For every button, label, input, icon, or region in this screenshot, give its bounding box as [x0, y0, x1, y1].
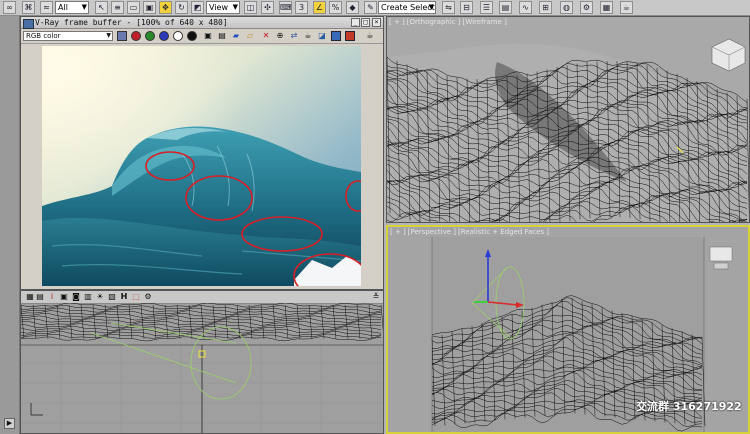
mirror-icon[interactable]: ⇋	[442, 1, 455, 14]
named-selection-set-dropdown[interactable]: Create Selection Se▼	[378, 1, 436, 14]
chevron-down-icon: ▼	[428, 3, 434, 11]
axis-tripod-icon	[30, 403, 43, 416]
chevron-down-icon: ▼	[232, 3, 238, 11]
top-view-wireframe	[21, 303, 383, 433]
clear-image-icon[interactable]: ✕	[261, 31, 271, 41]
vfb-toolbar: RGB color ▼ ▣ ▤ ▰ ▱ ✕ ⊕ ⇄ ☕ ◪ ☕	[21, 29, 383, 44]
watermark-text: 交流群 316271922	[636, 400, 742, 413]
material-editor-icon[interactable]: ◍	[560, 1, 573, 14]
percent-snap-icon[interactable]: %	[329, 1, 342, 14]
copy-image-icon[interactable]: ▰	[231, 31, 241, 41]
link-icon[interactable]: ∞	[3, 1, 16, 14]
chevron-down-icon: ▼	[106, 32, 111, 39]
red-channel-button[interactable]	[131, 31, 141, 41]
reference-coord-value: View	[209, 3, 228, 12]
chevron-down-icon: ▼	[81, 3, 87, 11]
rendered-frame-window-icon[interactable]: ▦	[600, 1, 613, 14]
layers-icon[interactable]: ▤	[35, 292, 45, 302]
load-image-icon[interactable]: ▤	[217, 31, 227, 41]
bind-spacewarp-icon[interactable]: ≈	[40, 1, 53, 14]
render-channel-value: RGB color	[26, 32, 61, 40]
schematic-view-icon[interactable]: ⊞	[539, 1, 552, 14]
teapot-render-icon[interactable]: ☕	[303, 31, 313, 41]
camera-icon[interactable]: ◙	[71, 292, 81, 302]
align-icon[interactable]: ⊟	[460, 1, 473, 14]
viewcube-icon[interactable]	[709, 246, 733, 270]
ortho-wireframe	[387, 38, 749, 222]
info-icon[interactable]: i	[47, 292, 57, 302]
pivot-center-icon[interactable]: ◫	[244, 1, 257, 14]
layer-manager-icon[interactable]: ☰	[480, 1, 493, 14]
spinner-snap-icon[interactable]: ◆	[346, 1, 359, 14]
save-image-icon[interactable]: ▣	[203, 31, 213, 41]
render-production-icon[interactable]: ☕	[620, 1, 633, 14]
grid-icon[interactable]: ▦	[25, 292, 35, 302]
edit-named-selection-icon[interactable]: ✎	[364, 1, 377, 14]
blue-channel-button[interactable]	[159, 31, 169, 41]
select-by-name-icon[interactable]: ≡	[111, 1, 124, 14]
render-channel-dropdown[interactable]: RGB color ▼	[23, 31, 113, 41]
select-rotate-icon[interactable]: ↻	[175, 1, 188, 14]
viewport-bottom-left[interactable]: ▦ ▤ i ▣ ◙ ▥ ☀ ▧ H ⬚ ⚙ ≚	[20, 290, 384, 434]
render-setup-icon[interactable]: ⚙	[580, 1, 593, 14]
selection-filter-value: All	[58, 3, 68, 12]
freeze-icon[interactable]: ⬚	[131, 292, 141, 302]
settings-icon[interactable]: ⚙	[143, 292, 153, 302]
region-render-icon[interactable]: ◪	[317, 31, 327, 41]
save-channel-icon[interactable]	[117, 31, 127, 41]
render-icon[interactable]: ▣	[59, 292, 69, 302]
vray-frame-buffer-window: V-Ray frame buffer - [100% of 640 x 480]…	[20, 16, 384, 290]
select-move-icon[interactable]: ✥	[159, 1, 172, 14]
unlink-icon[interactable]: ⌘	[22, 1, 35, 14]
link-to-vfb-icon[interactable]: ⇄	[289, 31, 299, 41]
hierarchy-icon[interactable]: ▧	[107, 292, 117, 302]
render-area	[21, 44, 383, 289]
render-last-icon[interactable]: ☕	[365, 31, 375, 41]
viewport-orthographic[interactable]: [ + ] [Orthographic ] [Wireframe ]	[386, 16, 750, 223]
wave-render-image	[42, 46, 361, 286]
reference-coord-dropdown[interactable]: View ▼	[206, 1, 240, 14]
snap-toggle-icon[interactable]: 3	[295, 1, 308, 14]
viewport-perspective[interactable]: [ + ] [Perspective ] [Realistic + Edged Fa…	[386, 225, 750, 434]
select-scale-icon[interactable]: ◩	[191, 1, 204, 14]
vray-logo-icon	[23, 19, 34, 29]
alpha-channel-button[interactable]	[173, 31, 183, 41]
minimize-button[interactable]: _	[351, 18, 360, 27]
light-icon[interactable]: ☀	[95, 292, 105, 302]
select-object-icon[interactable]: ↖	[95, 1, 108, 14]
left-side-strip: ▶	[0, 16, 20, 434]
rect-selection-icon[interactable]: ▭	[127, 1, 140, 14]
open-folder-icon[interactable]: ▱	[245, 31, 255, 41]
vfb-title-bar[interactable]: V-Ray frame buffer - [100% of 640 x 480]…	[21, 17, 383, 29]
track-mouse-icon[interactable]: ⊕	[275, 31, 285, 41]
selection-filter-dropdown[interactable]: All ▼	[55, 1, 89, 14]
color-correction-icon[interactable]	[331, 31, 341, 41]
vfb-title-text: V-Ray frame buffer - [100% of 640 x 480]	[35, 18, 228, 27]
window-crossing-icon[interactable]: ▣	[143, 1, 156, 14]
close-button[interactable]: ×	[372, 18, 381, 27]
play-icon[interactable]: ▶	[4, 418, 15, 429]
display-icon[interactable]: ▥	[83, 292, 93, 302]
angle-snap-icon[interactable]: ∠	[313, 1, 326, 14]
main-toolbar: ∞ ⌘ ≈ All ▼ ↖ ≡ ▭ ▣ ✥ ↻ ◩ View ▼ ◫ ✣ ⌨ 3 ∠…	[0, 0, 750, 16]
mono-channel-button[interactable]	[187, 31, 197, 41]
lens-effects-icon[interactable]	[345, 31, 355, 41]
green-channel-button[interactable]	[145, 31, 155, 41]
keyboard-shortcut-icon[interactable]: ⌨	[279, 1, 292, 14]
curve-editor-icon[interactable]: ∿	[519, 1, 532, 14]
maximize-button[interactable]: □	[361, 18, 370, 27]
hide-icon[interactable]: H	[119, 292, 129, 302]
graphite-ribbon-icon[interactable]: ▤	[499, 1, 512, 14]
viewcube-icon[interactable]	[711, 38, 746, 72]
select-manipulate-icon[interactable]: ✣	[261, 1, 274, 14]
chevron-down-icon[interactable]: ≚	[371, 292, 381, 302]
